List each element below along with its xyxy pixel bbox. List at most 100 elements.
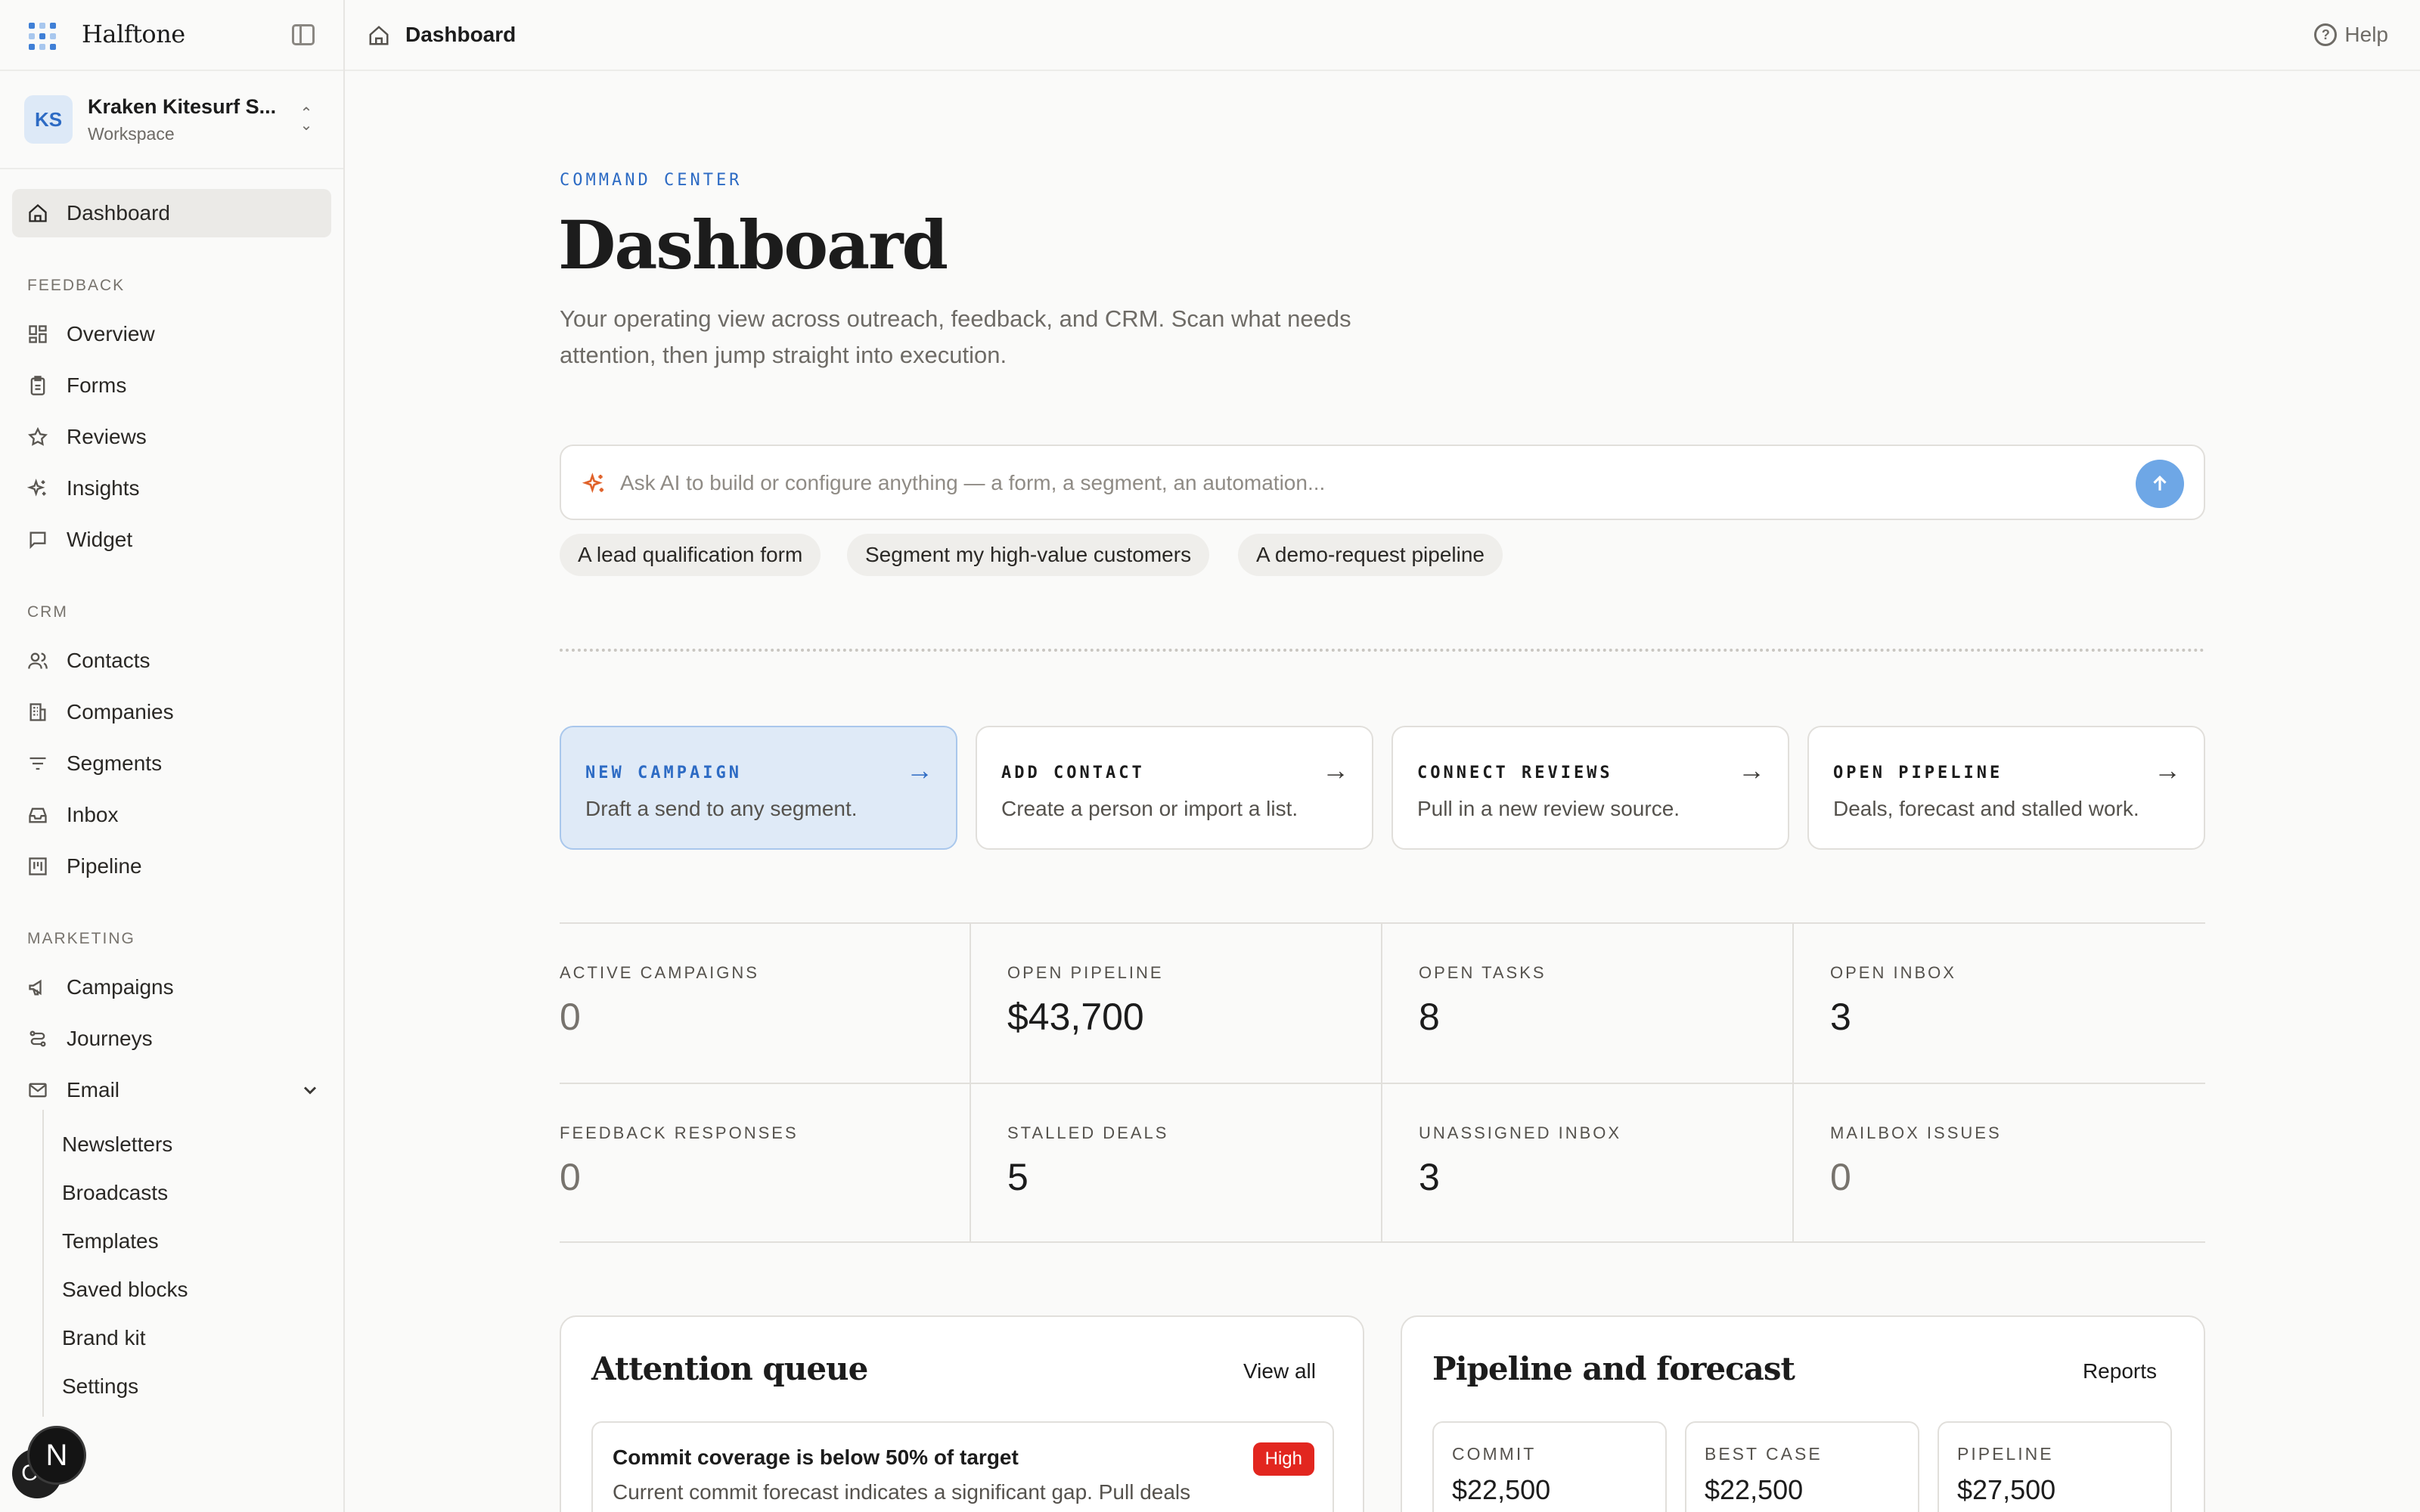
- priority-badge: High: [1252, 1442, 1314, 1476]
- action-description: Deals, forecast and stalled work.: [1833, 797, 2139, 820]
- sidebar-item-label: Companies: [67, 700, 174, 723]
- stat-open-inbox: OPEN INBOX 3: [1794, 924, 2205, 1083]
- workspace-type: Workspace: [88, 124, 175, 144]
- workspace-avatar: KS: [24, 95, 73, 144]
- page-kicker: COMMAND CENTER: [560, 171, 743, 190]
- view-all-link[interactable]: View all: [1243, 1359, 1316, 1383]
- halftone-logo-icon: [29, 23, 56, 50]
- action-title: CONNECT REVIEWS: [1417, 764, 1613, 782]
- stat-value: 0: [1830, 1156, 1851, 1198]
- chevron-down-icon[interactable]: [299, 1080, 321, 1106]
- mail-icon: [27, 1080, 48, 1101]
- section-label-crm: CRM: [27, 603, 68, 621]
- chevron-up-down-icon: ⌃ ⌄: [299, 105, 313, 134]
- forecast-card-best-case: BEST CASE $22,500: [1685, 1421, 1919, 1512]
- sidebar-item-pipeline[interactable]: Pipeline: [12, 842, 331, 891]
- stat-value: $43,700: [1007, 996, 1144, 1038]
- sidebar-item-label: Campaigns: [67, 975, 174, 999]
- forecast-value: $22,500: [1705, 1474, 1804, 1505]
- sidebar-item-label: Pipeline: [67, 854, 142, 878]
- stat-value: 3: [1830, 996, 1851, 1038]
- action-title: NEW CAMPAIGN: [585, 764, 742, 782]
- top-bar: Dashboard ? Help: [345, 0, 2420, 71]
- sidebar-item-companies[interactable]: Companies: [12, 688, 331, 736]
- sidebar-item-reviews[interactable]: Reviews: [12, 413, 331, 461]
- forecast-value: $27,500: [1957, 1474, 2056, 1505]
- sidebar-item-forms[interactable]: Forms: [12, 361, 331, 410]
- forecast-label: COMMIT: [1452, 1444, 1537, 1464]
- sidebar-subitem-broadcasts[interactable]: Broadcasts: [62, 1181, 168, 1205]
- ai-prompt-input[interactable]: [620, 464, 2057, 502]
- action-description: Draft a send to any segment.: [585, 797, 858, 820]
- sidebar-item-insights[interactable]: Insights: [12, 464, 331, 513]
- section-divider: [560, 649, 2205, 652]
- stat-value: 0: [560, 1156, 581, 1198]
- sidebar-item-label: Widget: [67, 528, 133, 551]
- ai-prompt-box: [560, 445, 2205, 520]
- attention-item[interactable]: Commit coverage is below 50% of target H…: [591, 1421, 1334, 1512]
- arrow-right-icon: →: [2154, 754, 2181, 785]
- forecast-label: BEST CASE: [1705, 1444, 1823, 1464]
- sidebar-item-overview[interactable]: Overview: [12, 310, 331, 358]
- sidebar-item-label: Reviews: [67, 425, 147, 448]
- sidebar-item-campaigns[interactable]: Campaigns: [12, 963, 331, 1012]
- forecast-value: $22,500: [1452, 1474, 1551, 1505]
- workspace-name: Kraken Kitesurf S...: [88, 95, 277, 118]
- sidebar-item-journeys[interactable]: Journeys: [12, 1015, 331, 1063]
- workspace-switcher[interactable]: KS Kraken Kitesurf S... Workspace ⌃ ⌄: [0, 73, 343, 169]
- sidebar-item-email[interactable]: Email: [12, 1066, 331, 1114]
- reports-link[interactable]: Reports: [2083, 1359, 2157, 1383]
- connect-reviews-card[interactable]: CONNECT REVIEWS → Pull in a new review s…: [1392, 726, 1789, 850]
- sidebar-item-widget[interactable]: Widget: [12, 516, 331, 564]
- panel-title: Attention queue: [591, 1350, 868, 1387]
- sidebar-item-segments[interactable]: Segments: [12, 739, 331, 788]
- sidebar-subitem-saved-blocks[interactable]: Saved blocks: [62, 1278, 188, 1302]
- new-campaign-card[interactable]: NEW CAMPAIGN → Draft a send to any segme…: [560, 726, 957, 850]
- home-icon: [27, 203, 48, 224]
- sidebar-subitem-settings[interactable]: Settings: [62, 1374, 138, 1399]
- stat-open-pipeline: OPEN PIPELINE $43,700: [971, 924, 1382, 1083]
- page-description: Your operating view across outreach, fee…: [560, 305, 1351, 368]
- stat-mailbox-issues: MAILBOX ISSUES 0: [1794, 1084, 2205, 1243]
- pipeline-forecast-panel: Pipeline and forecast Reports COMMIT $22…: [1401, 1315, 2205, 1512]
- open-pipeline-card[interactable]: OPEN PIPELINE → Deals, forecast and stal…: [1807, 726, 2205, 850]
- stat-label: ACTIVE CAMPAIGNS: [560, 963, 759, 982]
- sidebar-subitem-newsletters[interactable]: Newsletters: [62, 1132, 172, 1157]
- send-button[interactable]: [2136, 460, 2184, 508]
- stat-label: FEEDBACK RESPONSES: [560, 1123, 799, 1142]
- clipboard-icon: [27, 375, 48, 396]
- action-description: Create a person or import a list.: [1001, 797, 1298, 820]
- sidebar-subitem-brand-kit[interactable]: Brand kit: [62, 1326, 146, 1350]
- stat-feedback-responses: FEEDBACK RESPONSES 0: [560, 1084, 971, 1243]
- sidebar-toggle-icon[interactable]: [292, 24, 315, 45]
- sidebar-item-label: Insights: [67, 476, 140, 500]
- sidebar-item-inbox[interactable]: Inbox: [12, 791, 331, 839]
- add-contact-card[interactable]: ADD CONTACT → Create a person or import …: [976, 726, 1373, 850]
- kanban-icon: [27, 856, 48, 877]
- suggestion-chip[interactable]: A lead qualification form: [560, 534, 821, 576]
- submenu-guide: [42, 1110, 44, 1417]
- arrow-right-icon: →: [906, 754, 933, 785]
- building-icon: [27, 702, 48, 723]
- page-title: Dashboard: [558, 206, 948, 284]
- sidebar-item-label: Segments: [67, 751, 163, 775]
- sidebar-item-label: Overview: [67, 322, 155, 345]
- suggestion-chip[interactable]: A demo-request pipeline: [1238, 534, 1503, 576]
- stat-open-tasks: OPEN TASKS 8: [1382, 924, 1794, 1083]
- action-description: Pull in a new review source.: [1417, 797, 1680, 820]
- sidebar-item-dashboard[interactable]: Dashboard: [12, 189, 331, 237]
- sidebar-header: Halftone: [0, 0, 343, 71]
- stat-label: UNASSIGNED INBOX: [1419, 1123, 1622, 1142]
- dev-tools-badge[interactable]: N: [27, 1426, 86, 1485]
- filter-lines-icon: [27, 753, 48, 774]
- inbox-icon: [27, 804, 48, 826]
- suggestion-chip[interactable]: Segment my high-value customers: [847, 534, 1210, 576]
- help-button[interactable]: ? Help: [2314, 23, 2388, 47]
- sidebar-subitem-templates[interactable]: Templates: [62, 1229, 159, 1253]
- attention-item-title: Commit coverage is below 50% of target: [613, 1445, 1019, 1469]
- sidebar-item-label: Email: [67, 1078, 120, 1101]
- section-label-marketing: MARKETING: [27, 930, 135, 947]
- stats-grid: ACTIVE CAMPAIGNS 0 OPEN PIPELINE $43,700…: [560, 922, 2205, 1243]
- panel-title: Pipeline and forecast: [1432, 1350, 1795, 1387]
- sidebar-item-contacts[interactable]: Contacts: [12, 637, 331, 685]
